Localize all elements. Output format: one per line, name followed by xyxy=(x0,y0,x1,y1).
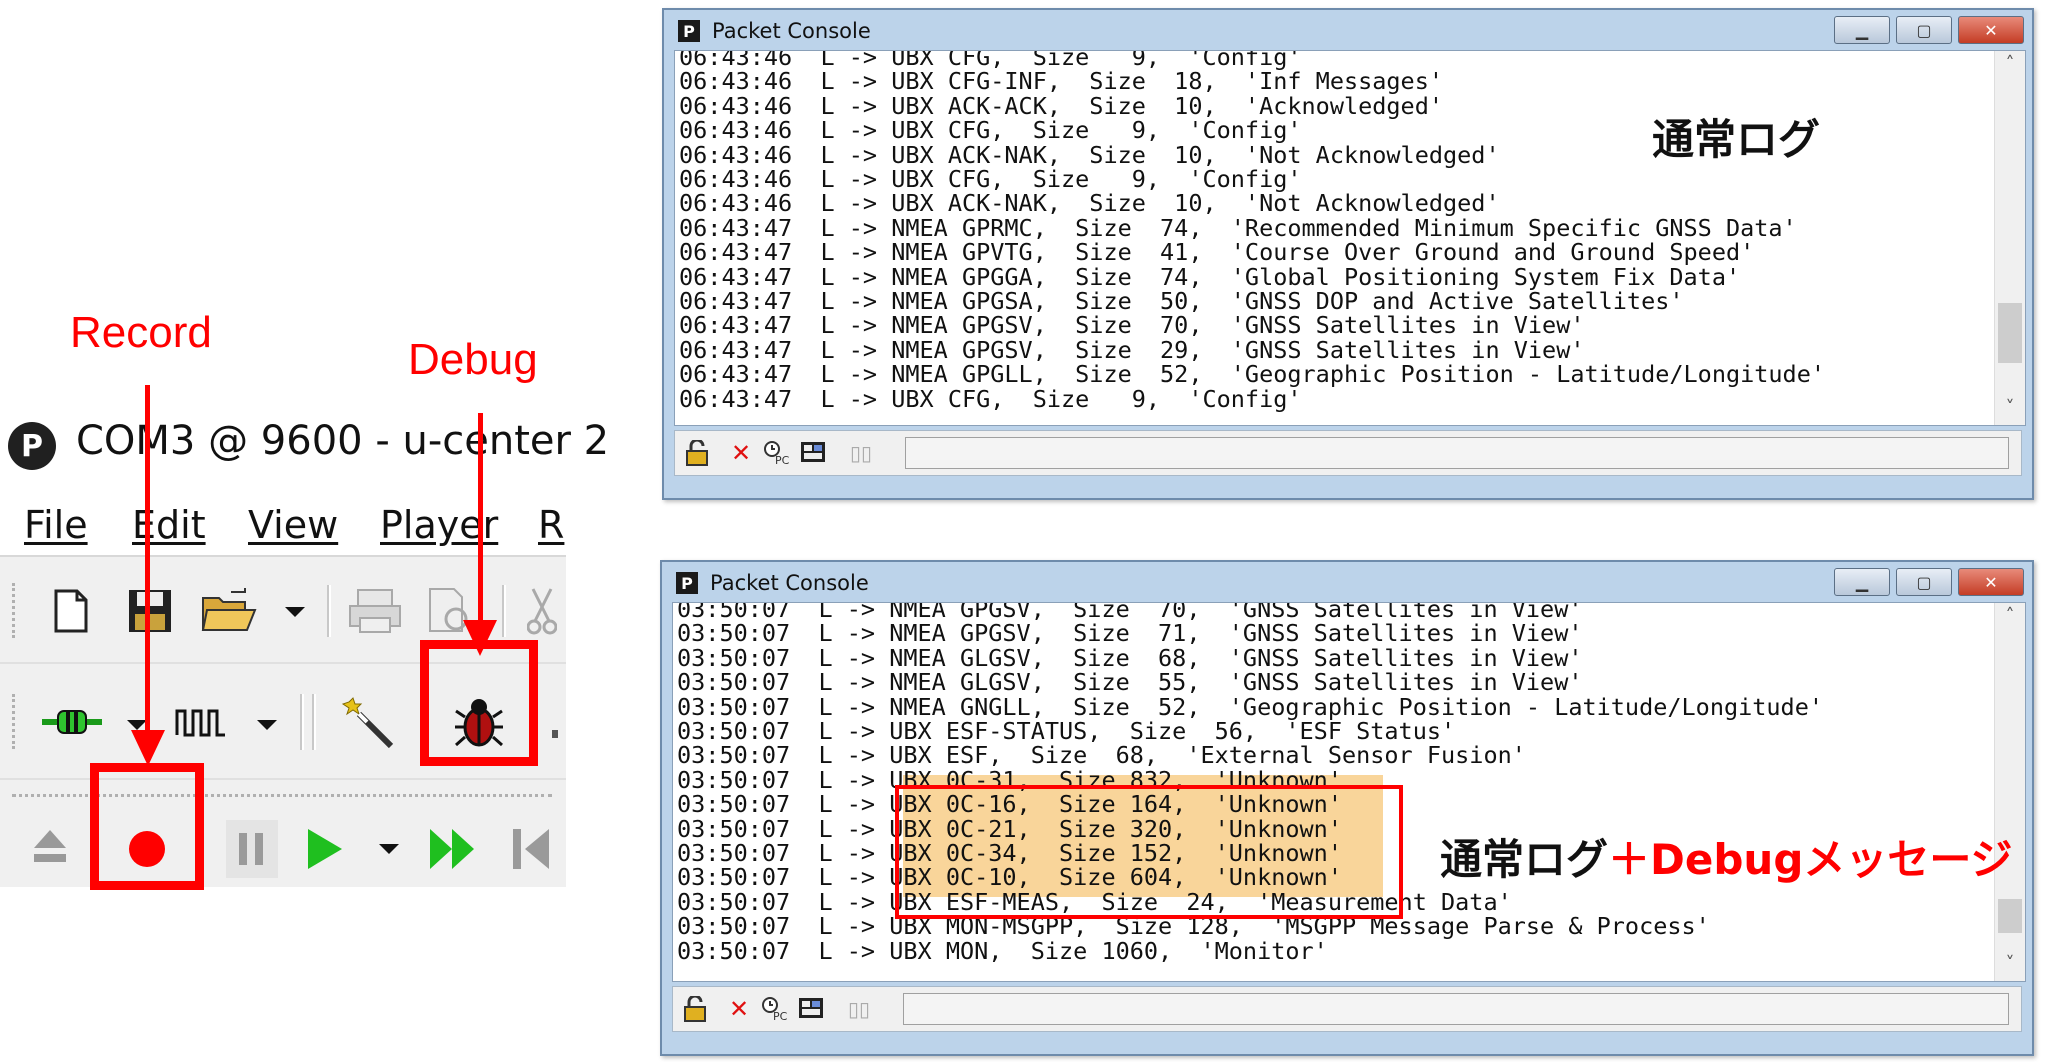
plus-debug-message-text: ＋Debugメッセージ xyxy=(1608,835,2013,884)
window-title: Packet Console xyxy=(712,19,871,43)
maximize-button[interactable]: ▢ xyxy=(1896,16,1952,44)
record-arrow-head xyxy=(131,730,165,766)
status-text-field xyxy=(903,993,2009,1025)
eject-icon[interactable] xyxy=(24,820,76,872)
toolbar-separator xyxy=(312,694,316,750)
console-log-area[interactable]: 06:43:46 L -> UBX CFG, Size 9, 'Config' … xyxy=(674,50,2026,426)
menu-file[interactable]: File xyxy=(24,503,88,547)
connection-icon[interactable] xyxy=(40,698,104,746)
window-title: Packet Console xyxy=(710,571,869,595)
console-statusbar: ✕ PC ▯▯ xyxy=(672,986,2022,1032)
window-titlebar: P Packet Console ▁ ▢ ✕ xyxy=(664,10,2032,50)
wizard-icon[interactable] xyxy=(338,694,400,750)
play-icon[interactable] xyxy=(298,820,350,878)
pause-display-icon[interactable]: ▯▯ xyxy=(847,439,875,467)
packet-console-icon: P xyxy=(678,20,700,42)
pc-time-icon[interactable]: PC xyxy=(763,439,791,467)
minimize-button[interactable]: ▁ xyxy=(1834,568,1890,596)
log-line: 06:43:47 L -> UBX CFG, Size 9, 'Config' xyxy=(679,384,1302,413)
scroll-up-arrow-icon[interactable]: ˄ xyxy=(1995,53,2025,79)
play-dropdown-arrow-icon[interactable] xyxy=(374,834,404,864)
toolbar-more-indicator xyxy=(550,724,560,744)
step-back-icon[interactable] xyxy=(506,820,556,878)
debug-arrow-line xyxy=(478,413,483,625)
toolbar-grip[interactable] xyxy=(12,583,21,638)
svg-text:PC: PC xyxy=(773,1010,788,1022)
scroll-thumb[interactable] xyxy=(1998,303,2022,363)
status-text-field xyxy=(905,437,2009,469)
console-log-text: 06:43:46 L -> UBX CFG, Size 9, 'Config' … xyxy=(679,51,1825,413)
cut-icon[interactable] xyxy=(522,585,562,637)
ucenter-logo-icon: P xyxy=(8,422,56,470)
record-arrow-line xyxy=(145,385,150,735)
clear-icon[interactable]: ✕ xyxy=(727,439,755,467)
pause-display-icon[interactable]: ▯▯ xyxy=(845,995,873,1023)
toolbar-separator xyxy=(502,585,506,637)
packet-console-icon: P xyxy=(676,572,698,594)
pause-icon[interactable] xyxy=(226,820,278,878)
menu-view[interactable]: View xyxy=(248,503,338,547)
record-highlight-box xyxy=(90,763,204,890)
open-dropdown-arrow-icon[interactable] xyxy=(280,597,310,627)
close-button[interactable]: ✕ xyxy=(1958,16,2024,44)
filter-icon[interactable] xyxy=(799,439,827,467)
normal-log-plus-debug-annotation: 通常ログ＋Debugメッセージ xyxy=(1440,826,2013,887)
minimize-button[interactable]: ▁ xyxy=(1834,16,1890,44)
filter-icon[interactable] xyxy=(797,995,825,1023)
scroll-thumb[interactable] xyxy=(1998,899,2022,933)
record-annotation-label: Record xyxy=(70,308,212,357)
fast-forward-icon[interactable] xyxy=(424,820,482,878)
lock-icon[interactable] xyxy=(681,995,709,1023)
clear-icon[interactable]: ✕ xyxy=(725,995,753,1023)
log-line: 03:50:07 L -> UBX MON, Size 1060, 'Monit… xyxy=(677,936,1328,965)
debug-highlight-box xyxy=(420,640,538,766)
normal-log-text: 通常ログ xyxy=(1440,835,1609,884)
baudrate-icon[interactable] xyxy=(172,698,230,746)
debug-annotation-label: Debug xyxy=(408,335,538,384)
open-folder-icon[interactable] xyxy=(200,585,258,637)
debug-messages-red-box xyxy=(895,785,1403,919)
scroll-down-arrow-icon[interactable]: ˅ xyxy=(1995,397,2025,423)
maximize-button[interactable]: ▢ xyxy=(1896,568,1952,596)
vertical-scrollbar[interactable]: ˄ ˅ xyxy=(1994,51,2025,425)
print-icon[interactable] xyxy=(346,585,404,637)
vertical-scrollbar[interactable]: ˄ ˅ xyxy=(1994,603,2025,981)
svg-text:PC: PC xyxy=(775,454,790,466)
pc-time-icon[interactable]: PC xyxy=(761,995,789,1023)
scroll-down-arrow-icon[interactable]: ˅ xyxy=(1995,953,2025,979)
menu-more[interactable]: R xyxy=(538,503,564,547)
packet-console-window-top: P Packet Console ▁ ▢ ✕ 06:43:46 L -> UBX… xyxy=(662,8,2034,500)
normal-log-annotation: 通常ログ xyxy=(1652,115,1821,164)
toolbar-grip[interactable] xyxy=(12,694,21,749)
window-titlebar: P Packet Console ▁ ▢ ✕ xyxy=(662,562,2032,602)
new-file-icon[interactable] xyxy=(46,585,96,637)
scroll-up-arrow-icon[interactable]: ˄ xyxy=(1995,605,2025,631)
baudrate-dropdown-arrow-icon[interactable] xyxy=(252,710,282,740)
toolbar-separator xyxy=(300,694,304,750)
menu-edit[interactable]: Edit xyxy=(132,503,206,547)
ucenter-window-title: COM3 @ 9600 - u-center 2 xyxy=(76,418,610,464)
lock-icon[interactable] xyxy=(683,439,711,467)
player-toolbar xyxy=(0,780,566,887)
toolbar-separator xyxy=(327,585,331,637)
console-statusbar: ✕ PC ▯▯ xyxy=(674,430,2022,476)
save-icon[interactable] xyxy=(124,585,176,637)
close-button[interactable]: ✕ xyxy=(1958,568,2024,596)
